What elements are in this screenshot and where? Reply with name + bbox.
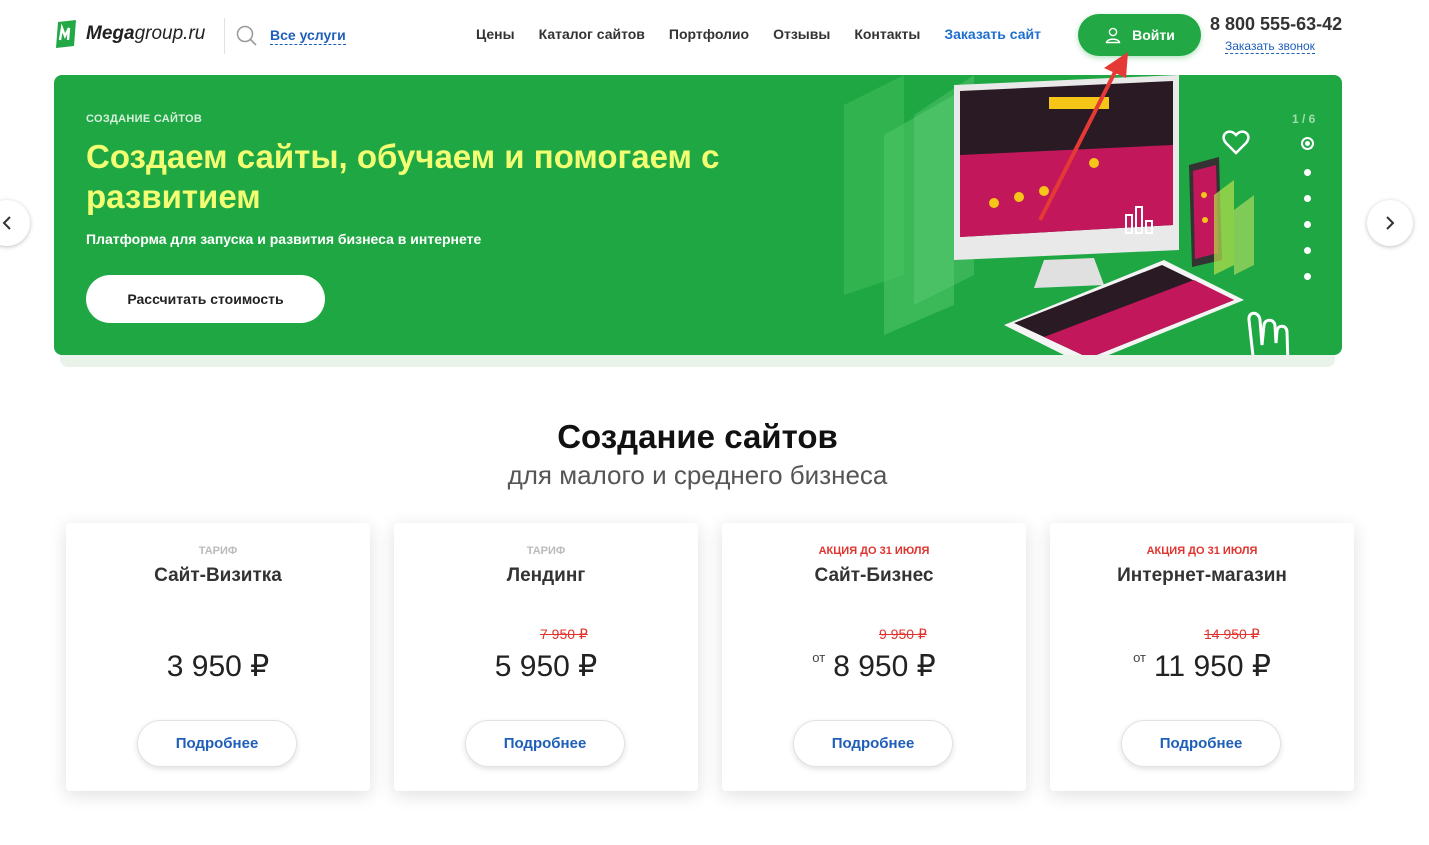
section-title: Создание сайтов	[557, 418, 838, 455]
promo-tag: Акция до 31 июля	[1146, 545, 1258, 557]
card-price: 3 950 ₽	[166, 650, 270, 683]
promo-tag: Акция до 31 июля	[818, 545, 930, 557]
slide-dot-3[interactable]	[1304, 195, 1311, 202]
header-divider	[224, 18, 225, 54]
slide-counter: 1 / 6	[1292, 112, 1316, 126]
slide-dot-4[interactable]	[1304, 221, 1311, 228]
slide-dot-1[interactable]	[1301, 137, 1314, 150]
card-price: от 11 950 ₽	[1133, 650, 1271, 683]
banner-kicker: Создание сайтов	[86, 113, 203, 125]
site-header: Megagroup.ru Все услуги Цены Каталог сай…	[0, 0, 1429, 70]
card-price: 5 950 ₽	[494, 650, 598, 683]
callback-link[interactable]: Заказать звонок	[1225, 39, 1315, 54]
card-name: Лендинг	[506, 565, 586, 586]
phone-number[interactable]: 8 800 555-63-42	[1210, 14, 1342, 35]
all-services-link[interactable]: Все услуги	[270, 27, 346, 45]
more-button[interactable]: Подробнее	[793, 720, 953, 767]
old-price: 9 950 ₽	[879, 626, 927, 642]
more-button[interactable]: Подробнее	[137, 720, 297, 767]
login-button[interactable]: Войти	[1078, 14, 1201, 56]
more-button[interactable]: Подробнее	[1121, 720, 1281, 767]
carousel-prev-button[interactable]	[0, 200, 30, 246]
card-name: Сайт-Визитка	[154, 565, 282, 586]
price-from: от	[1133, 650, 1146, 665]
main-nav: Цены Каталог сайтов Портфолио Отзывы Кон…	[476, 26, 1041, 42]
slide-dot-5[interactable]	[1304, 247, 1311, 254]
chevron-right-icon	[1386, 216, 1395, 230]
slide-dots	[1301, 137, 1314, 280]
price-from: от	[812, 650, 826, 665]
section-subtitle: для малого и среднего бизнеса	[507, 460, 888, 490]
nav-item-prices[interactable]: Цены	[476, 26, 515, 42]
banner-subtitle: Платформа для запуска и развития бизнеса…	[86, 231, 482, 247]
more-button[interactable]: Подробнее	[465, 720, 625, 767]
calculate-cost-button[interactable]: Рассчитать стоимость	[86, 275, 325, 323]
nav-item-catalog[interactable]: Каталог сайтов	[539, 26, 645, 42]
carousel-next-button[interactable]	[1367, 200, 1413, 246]
tariff-card: Тариф Лендинг 7 950 ₽ 5 950 ₽ Подробнее	[394, 523, 698, 791]
banner-title: Создаем сайты, обучаем и помогаем с разв…	[86, 138, 720, 215]
hero-banner: Создание сайтов Создаем сайты, обучаем и…	[54, 75, 1342, 355]
slide-dot-2[interactable]	[1304, 169, 1311, 176]
nav-item-portfolio[interactable]: Портфолио	[669, 26, 749, 42]
card-price: от 8 950 ₽	[812, 650, 936, 683]
search-icon[interactable]	[236, 25, 258, 47]
user-icon	[1105, 27, 1121, 44]
card-tag: Тариф	[198, 545, 238, 557]
logo[interactable]: Megagroup.ru	[54, 20, 205, 48]
tariff-card: Тариф Сайт-Визитка 3 950 ₽ Подробнее	[66, 523, 370, 791]
old-price: 7 950 ₽	[540, 626, 588, 642]
slide-dot-6[interactable]	[1304, 273, 1311, 280]
tariff-card: Акция до 31 июля Сайт-Бизнес 9 950 ₽ от 8…	[722, 523, 1026, 791]
nav-item-contacts[interactable]: Контакты	[854, 26, 920, 42]
card-name: Сайт-Бизнес	[814, 565, 934, 586]
chevron-left-icon	[2, 216, 11, 230]
logo-text: Megagroup.ru	[86, 23, 206, 44]
card-tag: Тариф	[526, 545, 566, 557]
logo-icon	[56, 20, 76, 48]
nav-item-order-site[interactable]: Заказать сайт	[944, 26, 1041, 42]
login-label: Войти	[1132, 27, 1175, 43]
card-name: Интернет-магазин	[1117, 565, 1287, 586]
old-price: 14 950 ₽	[1204, 626, 1260, 642]
banner-illustration	[844, 75, 1290, 355]
tariff-card: Акция до 31 июля Интернет-магазин 14 950…	[1050, 523, 1354, 791]
nav-item-reviews[interactable]: Отзывы	[773, 26, 830, 42]
